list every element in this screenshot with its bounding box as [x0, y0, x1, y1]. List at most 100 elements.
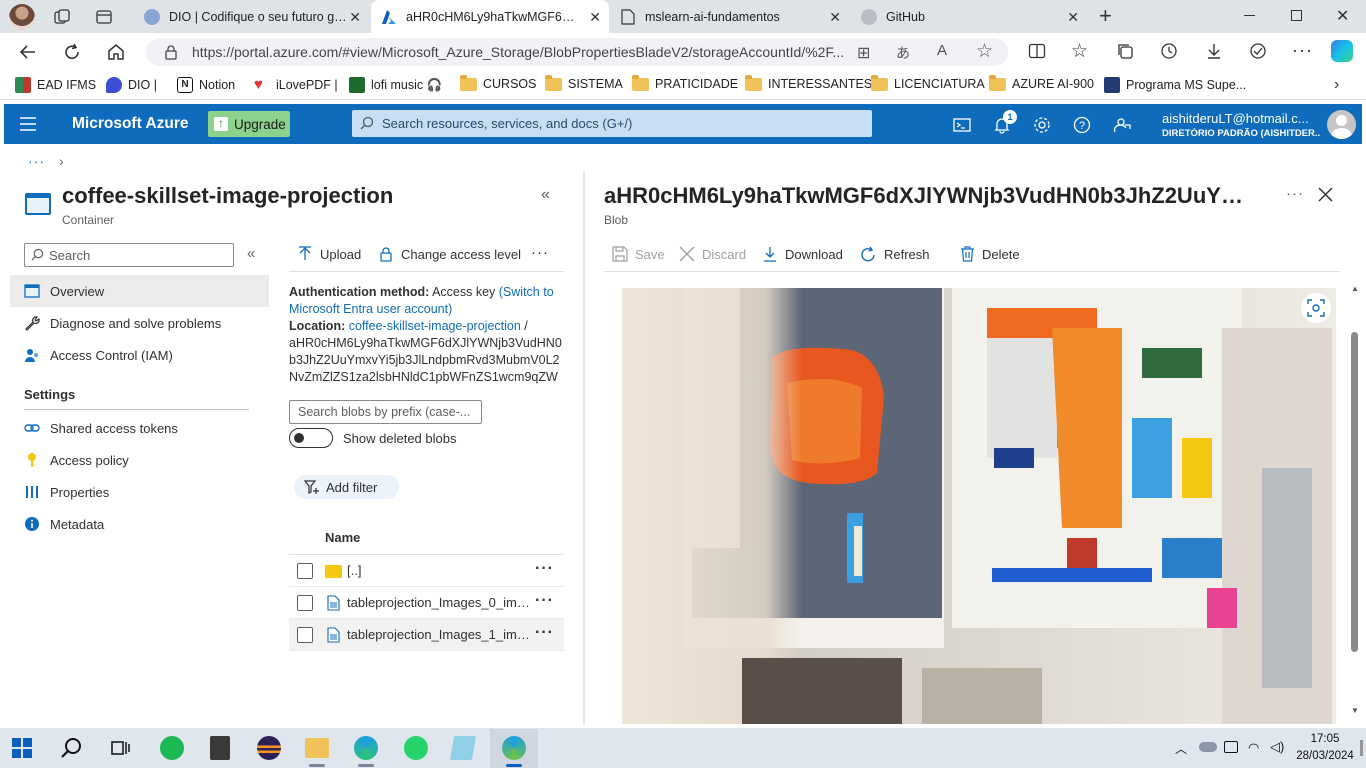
- scroll-up-arrow-icon[interactable]: ▲: [1351, 284, 1359, 293]
- taskbar-search-icon[interactable]: [61, 737, 83, 759]
- clock-time[interactable]: 17:05: [1305, 733, 1345, 745]
- close-tab-icon[interactable]: ✕: [589, 9, 601, 26]
- restore-button[interactable]: [1291, 10, 1302, 21]
- save-button[interactable]: Save: [612, 246, 665, 262]
- tab-azure-blob[interactable]: aHR0cHM6Ly9haTkwMGF6dXJlYWNjb3VudHN0b3Jh…: [371, 0, 609, 33]
- close-tab-icon[interactable]: ✕: [349, 9, 361, 26]
- feedback-icon[interactable]: [1113, 116, 1131, 134]
- user-avatar[interactable]: [1327, 110, 1356, 139]
- change-access-level-button[interactable]: Change access level: [378, 246, 521, 262]
- menu-search-input[interactable]: Search: [24, 243, 234, 267]
- split-screen-icon[interactable]: [1028, 42, 1046, 60]
- volume-icon[interactable]: ◁): [1270, 739, 1284, 755]
- upgrade-button[interactable]: ↑ Upgrade: [208, 111, 290, 137]
- favorite-folder-licenciatura[interactable]: LICENCIATURA: [871, 74, 985, 91]
- history-icon[interactable]: [1160, 42, 1178, 60]
- tab-github[interactable]: GitHub ✕: [851, 0, 1087, 33]
- whatsapp-icon[interactable]: [404, 736, 428, 760]
- global-search-input[interactable]: Search resources, services, and docs (G+…: [352, 110, 872, 137]
- blob-prefix-search-input[interactable]: Search blobs by prefix (case-...: [289, 400, 482, 424]
- settings-more-icon[interactable]: ···: [1292, 40, 1313, 61]
- favorite-lofi-music[interactable]: lofi music 🎧: [349, 77, 442, 93]
- lock-icon[interactable]: [164, 44, 178, 60]
- menu-item-overview[interactable]: Overview: [10, 275, 269, 307]
- row-more-icon[interactable]: ···: [535, 592, 554, 610]
- favorite-dio[interactable]: DIO |: [106, 77, 157, 93]
- row-checkbox[interactable]: [297, 562, 313, 579]
- row-more-icon[interactable]: ···: [535, 624, 554, 642]
- file-explorer-icon[interactable]: [305, 738, 329, 758]
- favorite-folder-praticidade[interactable]: PRATICIDADE: [632, 74, 738, 91]
- account-directory[interactable]: DIRETÓRIO PADRÃO (AISHITDER...: [1162, 128, 1320, 139]
- favorite-folder-sistema[interactable]: SISTEMA: [545, 74, 623, 91]
- favorite-folder-interessantes[interactable]: INTERESSANTES: [745, 74, 872, 91]
- cloud-shell-icon[interactable]: [953, 116, 971, 134]
- hamburger-menu-icon[interactable]: [20, 117, 36, 131]
- task-view-icon[interactable]: [110, 738, 130, 758]
- back-icon[interactable]: [18, 42, 38, 62]
- favorite-ead-ifms[interactable]: EAD IFMS: [15, 77, 96, 93]
- breadcrumb-ellipsis[interactable]: ···: [28, 153, 45, 169]
- favorite-ilovepdf[interactable]: ♥ iLovePDF |: [254, 77, 338, 93]
- home-icon[interactable]: [106, 42, 126, 62]
- menu-item-iam[interactable]: Access Control (IAM): [10, 339, 269, 371]
- row-checkbox[interactable]: [297, 594, 313, 611]
- refresh-button[interactable]: Refresh: [860, 246, 930, 263]
- address-bar[interactable]: https://portal.azure.com/#view/Microsoft…: [146, 38, 1008, 66]
- blob-name[interactable]: tableprojection_Images_1_img...: [347, 627, 533, 642]
- downloads-icon[interactable]: [1205, 42, 1223, 60]
- apps-icon[interactable]: ⊞: [857, 43, 870, 63]
- copilot-icon[interactable]: [1331, 40, 1353, 62]
- minimize-button[interactable]: [1244, 15, 1255, 16]
- tab-actions-icon[interactable]: [95, 8, 113, 26]
- calculator-icon[interactable]: [210, 736, 230, 760]
- menu-item-shared-access-tokens[interactable]: Shared access tokens: [10, 412, 269, 444]
- name-column-header[interactable]: Name: [325, 530, 360, 545]
- menu-item-diagnose[interactable]: Diagnose and solve problems: [10, 307, 269, 339]
- close-blade-icon[interactable]: [1318, 187, 1333, 202]
- table-row[interactable]: [..] ···: [289, 555, 564, 587]
- discard-button[interactable]: Discard: [679, 246, 746, 262]
- clock-date[interactable]: 28/03/2024: [1291, 750, 1359, 762]
- profile-avatar[interactable]: [9, 4, 35, 30]
- notification-center-icon[interactable]: [1360, 740, 1363, 756]
- row-more-icon[interactable]: ···: [535, 560, 554, 578]
- favorite-star-icon[interactable]: ☆: [976, 40, 993, 63]
- upload-button[interactable]: Upload: [297, 246, 361, 262]
- delete-button[interactable]: Delete: [960, 246, 1020, 262]
- image-zoom-icon[interactable]: [1301, 293, 1331, 323]
- performance-icon[interactable]: [1248, 42, 1268, 60]
- taskbar-app-green-icon[interactable]: [160, 736, 184, 760]
- wifi-icon[interactable]: ◠: [1248, 740, 1259, 756]
- row-checkbox[interactable]: [297, 626, 313, 643]
- blob-name[interactable]: tableprojection_Images_0_img...: [347, 595, 533, 610]
- table-row[interactable]: tableprojection_Images_1_img... ···: [289, 619, 564, 651]
- blob-more-icon[interactable]: ···: [1286, 185, 1304, 202]
- battery-power-icon[interactable]: [1224, 741, 1238, 753]
- azure-brand[interactable]: Microsoft Azure: [72, 115, 189, 133]
- account-email[interactable]: aishitderuLT@hotmail.c...: [1162, 111, 1320, 126]
- close-window-button[interactable]: ✕: [1336, 6, 1349, 26]
- favorites-icon[interactable]: ☆: [1071, 40, 1088, 63]
- add-filter-button[interactable]: Add filter: [294, 475, 399, 499]
- page-scrollbar[interactable]: ▲ ▼: [1350, 284, 1359, 724]
- scrollbar-thumb[interactable]: [1351, 332, 1358, 652]
- start-windows-icon[interactable]: [12, 738, 32, 758]
- menu-item-properties[interactable]: Properties: [10, 476, 269, 508]
- active-app-icon[interactable]: [502, 736, 526, 760]
- refresh-page-icon[interactable]: [62, 42, 82, 62]
- menu-item-metadata[interactable]: Metadata: [10, 508, 269, 540]
- scroll-down-arrow-icon[interactable]: ▼: [1351, 706, 1359, 715]
- favorite-notion[interactable]: N Notion: [177, 77, 235, 93]
- collapse-blade-icon[interactable]: «: [541, 186, 550, 204]
- favorite-programa-ms[interactable]: Programa MS Supe...: [1104, 77, 1246, 93]
- favorites-overflow-chevron-icon[interactable]: ›: [1334, 76, 1339, 94]
- blob-name[interactable]: [..]: [347, 563, 533, 578]
- new-tab-button[interactable]: +: [1099, 3, 1112, 29]
- more-commands-button[interactable]: ···: [531, 244, 549, 261]
- location-container-link[interactable]: coffee-skillset-image-projection: [349, 319, 521, 333]
- menu-item-access-policy[interactable]: Access policy: [10, 444, 269, 476]
- favorite-folder-cursos[interactable]: CURSOS: [460, 74, 536, 91]
- tab-dio[interactable]: DIO | Codifique o seu futuro glob ✕: [134, 0, 369, 33]
- onedrive-cloud-icon[interactable]: [1199, 742, 1217, 752]
